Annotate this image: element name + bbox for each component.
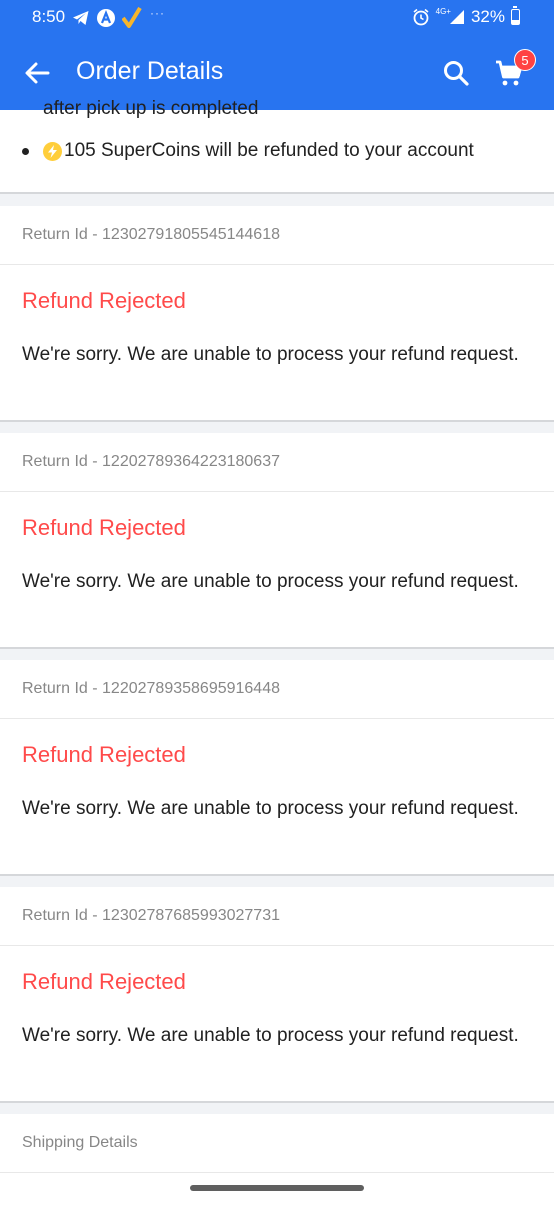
refund-message: We're sorry. We are unable to process yo… (22, 1025, 519, 1046)
refund-message: We're sorry. We are unable to process yo… (22, 571, 519, 592)
bullet-icon (22, 147, 29, 155)
divider (0, 491, 554, 492)
status-time: 8:50 (32, 7, 66, 26)
app-a-icon (97, 9, 115, 27)
signal-icon (449, 10, 464, 24)
return-card: Return Id - 12302791805545144618 Refund … (0, 206, 554, 422)
refund-status: Refund Rejected (22, 969, 186, 994)
supercoins-refund-line: 105 SuperCoins will be refunded to your … (22, 140, 474, 162)
battery-icon (511, 6, 520, 25)
gesture-navigation-bar[interactable] (190, 1185, 364, 1191)
supercoins-text: 105 SuperCoins will be refunded to your … (64, 140, 474, 161)
system-icons: 4G+ 32% (412, 6, 520, 27)
supercoin-icon (43, 141, 62, 161)
return-card: Return Id - 12202789364223180637 Refund … (0, 433, 554, 649)
cart-count-badge: 5 (514, 49, 536, 71)
search-icon[interactable] (441, 58, 471, 88)
return-id: Return Id - 12302787685993027731 (22, 907, 280, 924)
divider (0, 1172, 554, 1173)
refund-status: Refund Rejected (22, 288, 186, 313)
return-id: Return Id - 12202789364223180637 (22, 453, 280, 470)
notification-icons (72, 7, 142, 29)
shipping-details-title: Shipping Details (22, 1134, 138, 1151)
refund-info-card: after pick up is completed 105 SuperCoin… (0, 98, 554, 194)
return-card: Return Id - 12202789358695916448 Refund … (0, 660, 554, 876)
refund-message: We're sorry. We are unable to process yo… (22, 344, 519, 365)
divider (0, 264, 554, 265)
page-title: Order Details (76, 57, 224, 85)
battery-percent: 32% (470, 7, 505, 26)
telegram-icon (73, 11, 89, 25)
divider (0, 718, 554, 719)
return-id: Return Id - 12302791805545144618 (22, 226, 280, 243)
refund-info-partial-line: after pick up is completed (43, 98, 259, 119)
return-id: Return Id - 12202789358695916448 (22, 680, 280, 697)
alarm-icon (413, 8, 429, 26)
back-arrow-icon[interactable] (22, 58, 52, 88)
return-card: Return Id - 12302787685993027731 Refund … (0, 887, 554, 1103)
divider (0, 945, 554, 946)
refund-status: Refund Rejected (22, 742, 186, 767)
checkmark-icon (122, 7, 142, 28)
more-notifications-dots: ··· (150, 6, 165, 20)
network-type: 4G+ (435, 6, 451, 16)
refund-status: Refund Rejected (22, 515, 186, 540)
status-bar: 8:50 ··· 4G+ 32% (0, 0, 554, 34)
shipping-details-card: Shipping Details (0, 1114, 554, 1214)
refund-message: We're sorry. We are unable to process yo… (22, 798, 519, 819)
